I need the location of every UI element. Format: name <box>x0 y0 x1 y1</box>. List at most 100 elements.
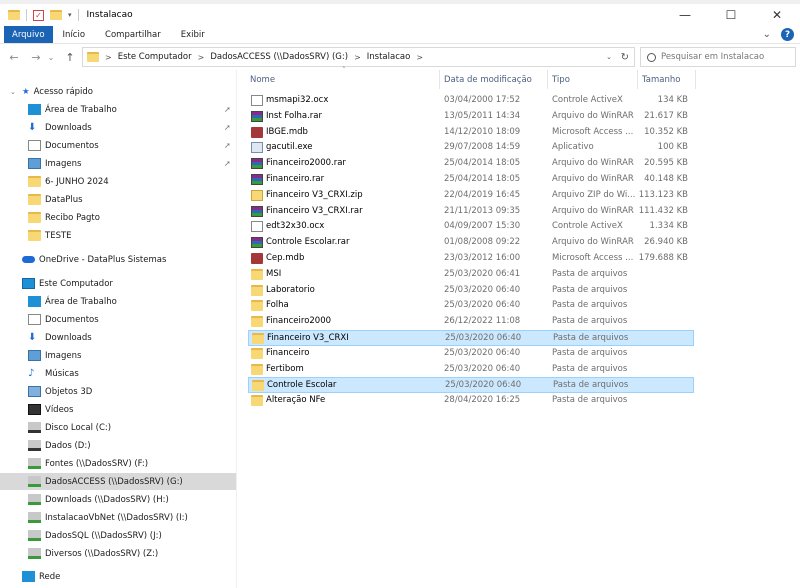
file-row[interactable]: Controle Escolar.rar 01/08/2008 09:22 Arqu… <box>248 235 694 251</box>
column-header-date[interactable]: Data de modificação <box>440 70 548 89</box>
file-row[interactable]: Cep.mdb 23/03/2012 16:00 Microsoft Access … <box>248 251 694 267</box>
sidebar-item-recibo-pagto[interactable]: Recibo Pagto <box>0 209 236 226</box>
file-name: Fertibom <box>266 363 304 374</box>
help-icon[interactable]: ? <box>781 28 794 41</box>
sidebar-item-acesso-rapido[interactable]: ⌄ ★ Acesso rápido <box>0 83 236 100</box>
file-row[interactable]: edt32x30.ocx 04/09/2007 15:30 Controle Act… <box>248 219 694 235</box>
sidebar-item-musicas[interactable]: ♪ Músicas <box>0 365 236 382</box>
sidebar-item-disco-local-c[interactable]: Disco Local (C:) <box>0 419 236 436</box>
minimize-button[interactable]: — <box>662 4 708 26</box>
search-input[interactable]: Pesquisar em Instalacao <box>661 52 764 62</box>
file-row[interactable]: Financeiro.rar 25/04/2014 18:05 Arquivo do… <box>248 172 694 188</box>
customize-toolbar-icon[interactable]: ▾ <box>68 11 72 19</box>
properties-check-icon[interactable]: ✓ <box>33 9 44 21</box>
file-row[interactable]: IBGE.mdb 14/12/2010 18:09 Microsoft Access… <box>248 125 694 141</box>
toolbar-separator <box>26 9 27 21</box>
file-date: 29/07/2008 14:59 <box>444 142 521 153</box>
sidebar-item-label: OneDrive - DataPlus Sistemas <box>39 254 167 265</box>
new-folder-icon[interactable] <box>50 10 62 20</box>
sidebar-item-imagens-pc[interactable]: Imagens <box>0 347 236 364</box>
breadcrumb-separator[interactable]: > <box>354 53 361 62</box>
recent-locations-button[interactable]: ⌄ <box>46 53 56 62</box>
search-box[interactable]: Pesquisar em Instalacao <box>640 47 796 67</box>
file-row[interactable]: Financeiro 25/03/2020 06:40 Pasta de arqui… <box>248 346 694 362</box>
column-header-type[interactable]: Tipo <box>548 70 638 89</box>
file-row[interactable]: msmapi32.ocx 03/04/2000 17:52 Controle Act… <box>248 93 694 109</box>
file-row[interactable]: gacutil.exe 29/07/2008 14:59 Aplicativo 100… <box>248 140 694 156</box>
title-bar: ✓ ▾ Instalacao — ☐ ✕ <box>0 4 800 26</box>
sidebar-item-6-junho-2024[interactable]: 6- JUNHO 2024 <box>0 173 236 190</box>
file-row[interactable]: Inst Folha.rar 13/05/2011 14:34 Arquivo do… <box>248 109 694 125</box>
breadcrumb-instalacao[interactable]: Instalacao <box>367 52 411 62</box>
up-button[interactable]: ↑ <box>62 51 78 64</box>
file-date: 25/03/2020 06:40 <box>445 380 522 391</box>
sidebar-item-downloads-h[interactable]: Downloads (\\DadosSRV) (H:) <box>0 491 236 508</box>
maximize-button[interactable]: ☐ <box>708 4 754 26</box>
sidebar-item-documentos-pc[interactable]: Documentos <box>0 311 236 328</box>
sidebar-item-label: Vídeos <box>45 404 74 415</box>
breadcrumb-separator[interactable]: > <box>416 53 423 62</box>
pin-icon[interactable]: ➚ <box>224 105 231 114</box>
pin-icon[interactable]: ➚ <box>224 141 231 150</box>
pin-icon[interactable]: ➚ <box>224 159 231 168</box>
file-row[interactable]: Financeiro V3_CRXI.rar 21/11/2013 09:35 Ar… <box>248 204 694 220</box>
sidebar-item-dataplus[interactable]: DataPlus <box>0 191 236 208</box>
sidebar-item-label: DadosSQL (\\DadosSRV) (J:) <box>45 530 162 541</box>
sidebar-item-diversos-z[interactable]: Diversos (\\DadosSRV) (Z:) <box>0 545 236 562</box>
file-row[interactable]: Laboratorio 25/03/2020 06:40 Pasta de arqu… <box>248 283 694 299</box>
tab-compartilhar[interactable]: Compartilhar <box>95 26 171 43</box>
sidebar-item-imagens[interactable]: Imagens ➚ <box>0 155 236 172</box>
file-date: 25/03/2020 06:41 <box>444 268 521 279</box>
breadcrumb-este-computador[interactable]: Este Computador <box>118 52 192 62</box>
pin-icon[interactable]: ➚ <box>224 123 231 132</box>
file-row[interactable]: Financeiro2000 26/12/2022 11:08 Pasta de a… <box>248 314 694 330</box>
file-row[interactable]: Controle Escolar 25/03/2020 06:40 Pasta de… <box>248 377 694 394</box>
file-row[interactable]: Alteração NFe 28/04/2020 16:25 Pasta de ar… <box>248 393 694 409</box>
sidebar-item-area-de-trabalho[interactable]: Área de Trabalho ➚ <box>0 101 236 118</box>
folder-icon <box>251 395 263 407</box>
sidebar-item-instalacaovbnet-i[interactable]: InstalacaoVbNet (\\DadosSRV) (I:) <box>0 509 236 526</box>
tab-inicio[interactable]: Início <box>53 26 96 43</box>
close-button[interactable]: ✕ <box>754 4 800 26</box>
file-row[interactable]: Fertibom 25/03/2020 06:40 Pasta de arquivo… <box>248 362 694 378</box>
network-drive-icon <box>28 458 41 469</box>
file-type: Pasta de arquivos <box>552 300 628 311</box>
breadcrumb-dadosaccess[interactable]: DadosACCESS (\\DadosSRV) (G:) <box>210 52 348 62</box>
sidebar-item-objetos-3d[interactable]: Objetos 3D <box>0 383 236 400</box>
file-row[interactable]: MSI 25/03/2020 06:41 Pasta de arquivos <box>248 267 694 283</box>
sidebar-item-videos[interactable]: Vídeos <box>0 401 236 418</box>
file-row[interactable]: Financeiro V3_CRXI.zip 22/04/2019 16:45 Ar… <box>248 188 694 204</box>
sidebar-item-downloads-pc[interactable]: ⬇ Downloads <box>0 329 236 346</box>
file-row[interactable]: Financeiro V3_CRXI 25/03/2020 06:40 Pasta … <box>248 330 694 346</box>
sidebar-item-dadossql-j[interactable]: DadosSQL (\\DadosSRV) (J:) <box>0 527 236 544</box>
pane-splitter[interactable] <box>236 70 237 588</box>
sidebar-item-label: Músicas <box>45 368 79 379</box>
sidebar-item-area-de-trabalho-pc[interactable]: Área de Trabalho <box>0 293 236 310</box>
sidebar-item-documentos[interactable]: Documentos ➚ <box>0 137 236 154</box>
sidebar-item-rede[interactable]: Rede <box>0 568 236 585</box>
sidebar-item-dadosaccess-g[interactable]: DadosACCESS (\\DadosSRV) (G:) <box>0 473 236 490</box>
refresh-icon[interactable]: ↻ <box>621 52 629 63</box>
chevron-down-icon[interactable]: ⌄ <box>10 88 16 96</box>
sidebar-item-downloads[interactable]: ⬇ Downloads ➚ <box>0 119 236 136</box>
tab-arquivo[interactable]: Arquivo <box>4 26 53 43</box>
sidebar-item-este-computador[interactable]: Este Computador <box>0 275 236 292</box>
file-type: Pasta de arquivos <box>552 347 628 358</box>
ribbon-right-controls: ⌄ ? <box>763 28 794 41</box>
expand-ribbon-icon[interactable]: ⌄ <box>763 29 771 40</box>
address-bar[interactable]: > Este Computador > DadosACCESS (\\Dados… <box>82 47 635 67</box>
file-row[interactable]: Folha 25/03/2020 06:40 Pasta de arquivos <box>248 298 694 314</box>
sidebar-item-teste[interactable]: TESTE <box>0 227 236 244</box>
file-row[interactable]: Financeiro2000.rar 25/04/2014 18:05 Arquiv… <box>248 156 694 172</box>
address-dropdown-icon[interactable]: ⌄ <box>606 53 612 61</box>
column-header-name[interactable]: Nome <box>246 70 440 89</box>
sidebar-item-onedrive[interactable]: OneDrive - DataPlus Sistemas <box>0 251 236 268</box>
sidebar-item-fontes-f[interactable]: Fontes (\\DadosSRV) (F:) <box>0 455 236 472</box>
breadcrumb-separator[interactable]: > <box>198 53 205 62</box>
sidebar-item-dados-d[interactable]: Dados (D:) <box>0 437 236 454</box>
column-header-size[interactable]: Tamanho <box>638 70 696 89</box>
tab-exibir[interactable]: Exibir <box>171 26 215 43</box>
forward-button[interactable]: → <box>28 51 44 64</box>
breadcrumb-separator[interactable]: > <box>105 53 112 62</box>
back-button[interactable]: ← <box>6 51 22 64</box>
